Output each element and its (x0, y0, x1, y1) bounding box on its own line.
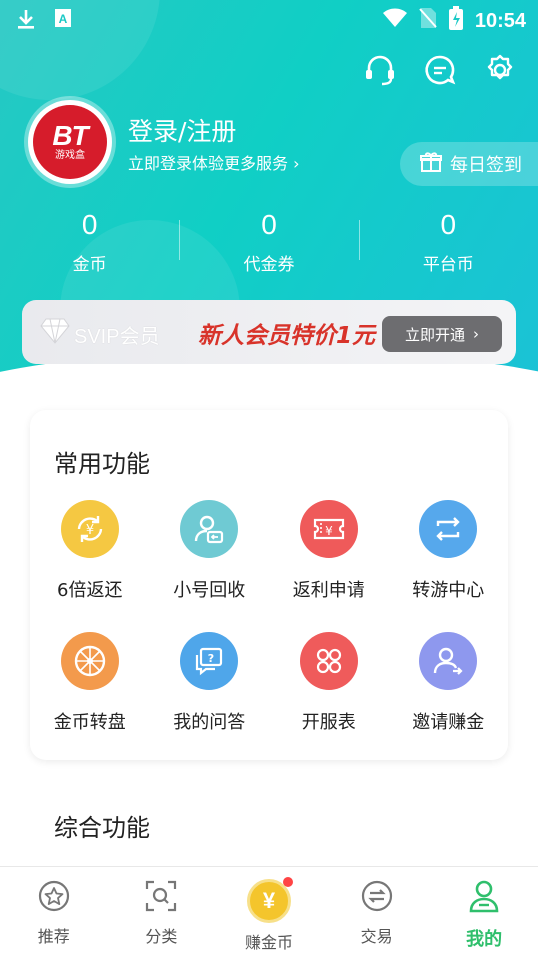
svip-banner[interactable]: SVIP会员 新人会员特价1元 立即开通 › (22, 300, 516, 364)
transfer-icon (419, 500, 478, 558)
app-logo: BT 游戏盒 (33, 105, 107, 179)
tab-earn-coins[interactable]: ¥ 赚金币 (215, 867, 323, 956)
wifi-icon (382, 8, 407, 34)
login-register-link[interactable]: 登录/注册 (128, 112, 236, 148)
tab-label: 分类 (145, 927, 178, 946)
server-list-icon (299, 632, 358, 690)
app-notification-icon: A (54, 8, 72, 35)
stat-value: 0 (261, 209, 277, 240)
common-functions-card: 常用功能 ¥ 6倍返还 小号回收 ¥ 返利申请 转游中心 金币转盘 ? 我的问答… (30, 410, 508, 760)
stat-label: 金币 (72, 255, 107, 275)
tab-label: 赚金币 (244, 933, 293, 952)
battery-icon (448, 6, 463, 36)
svg-text:¥: ¥ (325, 524, 333, 538)
function-rebate-apply[interactable]: ¥ 返利申请 (269, 500, 389, 602)
logo-subtext: 游戏盒 (55, 150, 85, 161)
function-coin-wheel[interactable]: 金币转盘 (30, 632, 150, 734)
wallet-stats: 0 金币 0 代金券 0 平台币 (0, 206, 538, 275)
function-label: 开服表 (301, 712, 356, 733)
function-server-list[interactable]: 开服表 (269, 632, 389, 734)
svip-promo-text: 新人会员特价1元 (198, 323, 376, 349)
rebate-ticket-icon: ¥ (299, 500, 358, 558)
star-circle-icon (37, 879, 71, 917)
daily-checkin-button[interactable]: 每日签到 (400, 142, 538, 186)
chevron-right-icon: › (293, 154, 300, 173)
chevron-right-icon: › (473, 325, 479, 343)
bottom-tab-bar: 推荐 分类 ¥ 赚金币 交易 我的 (0, 866, 538, 956)
svg-text:¥: ¥ (86, 523, 94, 538)
function-grid: ¥ 6倍返还 小号回收 ¥ 返利申请 转游中心 金币转盘 ? 我的问答 开服表 … (30, 500, 508, 734)
general-functions-section: 综合功能 (0, 780, 538, 870)
stat-label: 代金券 (243, 255, 295, 275)
open-svip-label: 立即开通 (404, 325, 465, 344)
svip-label: SVIP会员 (74, 326, 160, 348)
stat-platform-coins[interactable]: 0 平台币 (358, 206, 538, 275)
section-title: 综合功能 (54, 814, 150, 842)
login-hint-text: 立即登录体验更多服务 (128, 154, 289, 173)
function-my-qa[interactable]: ? 我的问答 (150, 632, 270, 734)
settings-gear-icon[interactable] (482, 52, 518, 88)
open-svip-button[interactable]: 立即开通 › (382, 316, 502, 352)
header-actions (362, 52, 518, 88)
message-icon[interactable] (422, 52, 458, 88)
avatar[interactable]: BT 游戏盒 (28, 100, 112, 184)
tab-recommend[interactable]: 推荐 (0, 867, 108, 956)
tab-category[interactable]: 分类 (108, 867, 216, 956)
section-title: 常用功能 (54, 450, 150, 478)
stat-value: 0 (440, 209, 457, 240)
no-sim-icon (419, 7, 437, 35)
function-invite-earn[interactable]: 邀请赚金 (389, 632, 509, 734)
function-label: 返利申请 (292, 580, 365, 601)
account-recycle-icon (180, 500, 239, 558)
yuan-refresh-icon: ¥ (60, 500, 119, 558)
status-time: 10:54 (474, 9, 526, 32)
function-label: 我的问答 (173, 712, 246, 733)
login-hint-link[interactable]: 立即登录体验更多服务 › (128, 150, 300, 174)
function-6x-return[interactable]: ¥ 6倍返还 (30, 500, 150, 602)
svg-text:A: A (59, 12, 68, 26)
tab-trade[interactable]: 交易 (323, 867, 431, 956)
gift-icon (420, 151, 442, 178)
qa-icon: ? (180, 632, 239, 690)
checkin-label: 每日签到 (450, 155, 522, 176)
stat-vouchers[interactable]: 0 代金券 (179, 206, 358, 275)
function-label: 转游中心 (412, 580, 485, 601)
function-transfer-center[interactable]: 转游中心 (389, 500, 509, 602)
stat-label: 平台币 (422, 255, 474, 275)
invite-icon (419, 632, 478, 690)
status-bar: A 10:54 (0, 0, 538, 36)
function-label: 邀请赚金 (412, 712, 485, 733)
download-icon (16, 8, 36, 35)
logo-text: BT (52, 120, 88, 151)
customer-service-icon[interactable] (362, 52, 398, 88)
tab-label: 交易 (360, 927, 393, 946)
exchange-icon (360, 879, 394, 917)
function-label: 金币转盘 (53, 712, 126, 733)
stat-value: 0 (81, 209, 98, 240)
svg-text:?: ? (208, 652, 214, 665)
function-label: 小号回收 (173, 580, 246, 601)
search-box-icon (144, 879, 178, 917)
function-label: 6倍返还 (57, 580, 123, 601)
tab-mine[interactable]: 我的 (430, 867, 538, 956)
user-icon (467, 879, 501, 919)
tab-label: 推荐 (37, 927, 70, 946)
stat-gold-coins[interactable]: 0 金币 (0, 206, 179, 275)
wheel-icon (60, 632, 119, 690)
notification-dot (283, 877, 294, 887)
function-account-recycle[interactable]: 小号回收 (150, 500, 270, 602)
diamond-icon (40, 318, 70, 348)
tab-label: 我的 (466, 929, 503, 950)
